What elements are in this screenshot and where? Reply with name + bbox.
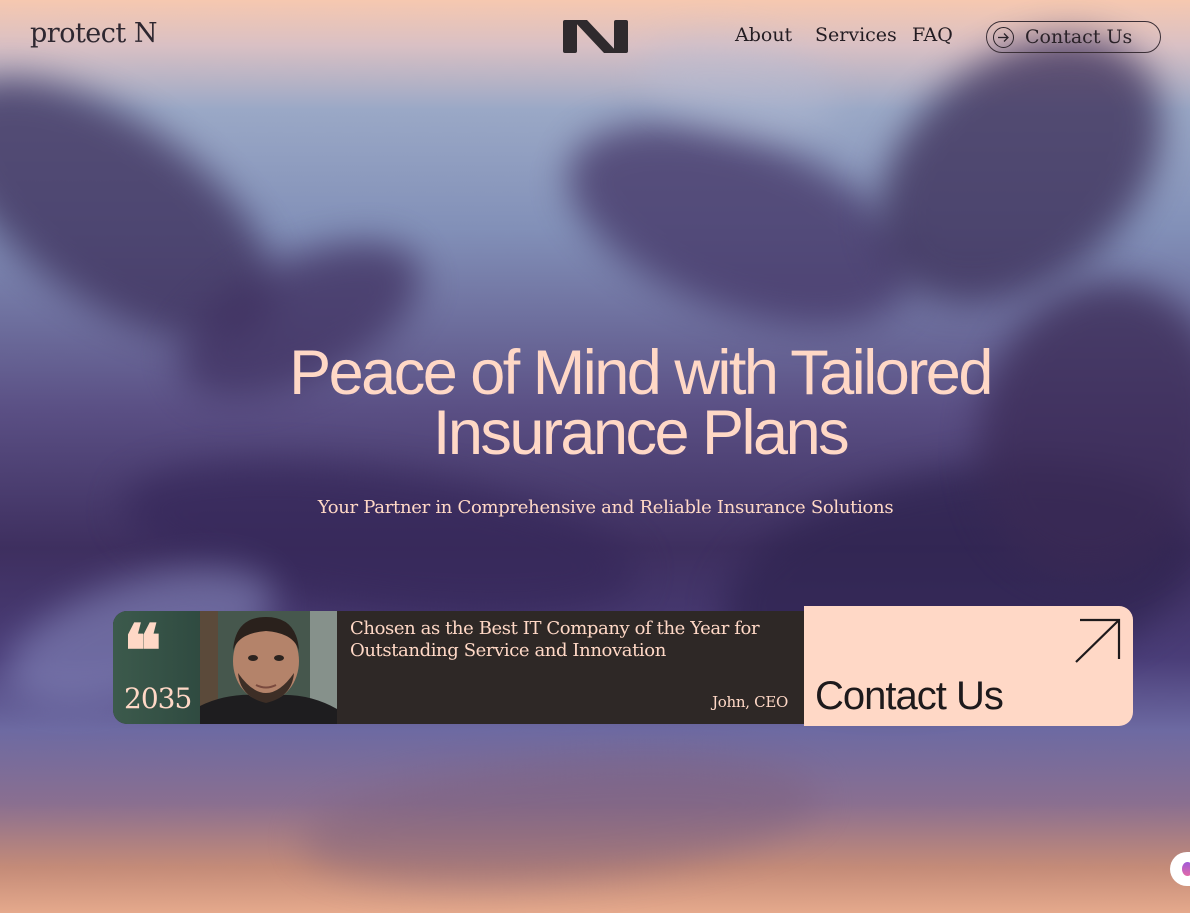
hero-title-line2: Insurance Plans [432,398,850,468]
arrow-right-icon [993,26,1014,48]
header-contact-button[interactable]: Contact Us [986,21,1161,53]
testimonial-text: Chosen as the Best IT Company of the Yea… [350,618,760,661]
brand-name[interactable]: protect N [30,18,157,49]
hero-subtitle: Your Partner in Comprehensive and Reliab… [317,497,894,518]
ceo-portrait [200,611,337,724]
hero-title: Peace of Mind with Tailored Insurance Pl… [200,342,1080,465]
testimonial-card: ❝ 2035 Chosen as the Best IT Company of … [113,611,805,724]
nav-faq[interactable]: FAQ [912,24,953,46]
contact-cta-card[interactable]: Contact Us [804,606,1133,726]
quote-icon: ❝ [123,611,162,693]
testimonial-image-panel: ❝ 2035 [113,611,337,724]
contact-cta-label: Contact Us [815,674,1004,718]
logo-icon[interactable] [563,20,628,53]
testimonial-year: 2035 [124,682,192,715]
testimonial-author: John, CEO [712,693,788,711]
nav-services[interactable]: Services [815,24,897,46]
arrow-up-right-icon [1075,618,1121,663]
header-contact-label: Contact Us [1025,26,1133,48]
widget-icon [1182,862,1190,876]
nav-about[interactable]: About [735,24,792,46]
background-shadow [295,737,825,903]
